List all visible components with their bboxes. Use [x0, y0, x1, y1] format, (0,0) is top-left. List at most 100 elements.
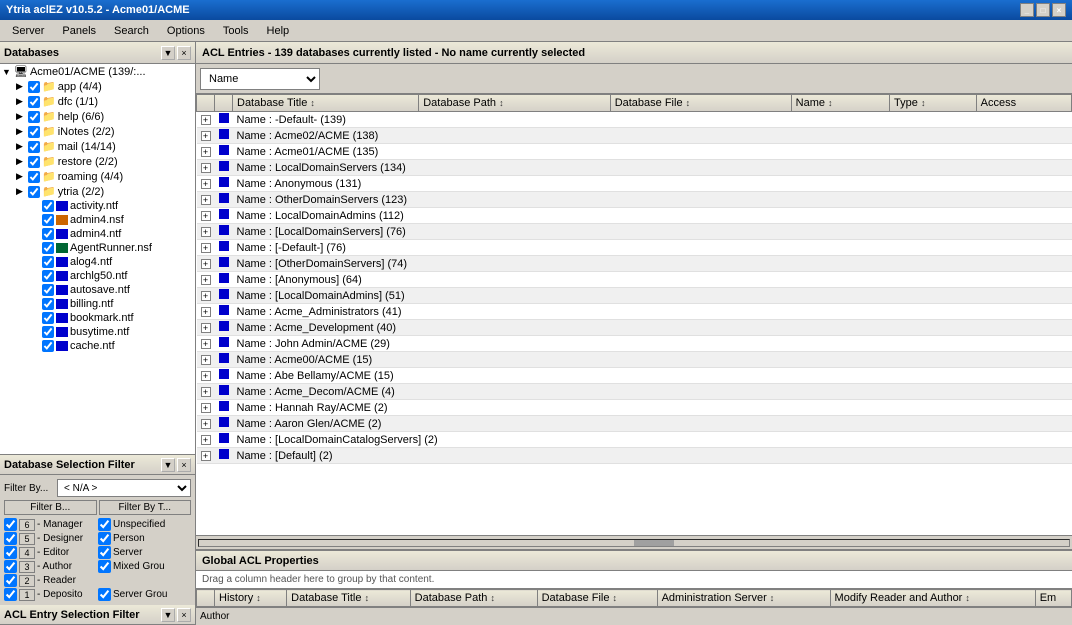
col-db-file[interactable]: Database File ↕ — [610, 95, 791, 112]
table-row[interactable]: + Name : [LocalDomainCatalogServers] (2) — [197, 432, 1072, 448]
table-row[interactable]: + Name : OtherDomainServers (123) — [197, 192, 1072, 208]
db-filter-expand[interactable]: ▼ — [161, 458, 175, 472]
checkbox-level-4[interactable] — [4, 546, 17, 559]
expand-cell[interactable]: + — [197, 240, 215, 256]
plus-icon[interactable]: + — [201, 275, 211, 285]
checkbox-admin4nsf[interactable] — [42, 214, 54, 226]
plus-icon[interactable]: + — [201, 227, 211, 237]
plus-icon[interactable]: + — [201, 163, 211, 173]
tree-root[interactable]: ▼ 🖥 Acme01/ACME (139/:... — [0, 64, 195, 79]
expand-cell[interactable]: + — [197, 336, 215, 352]
tree-node-agentrunner[interactable]: AgentRunner.nsf — [0, 241, 195, 255]
tree-node-bookmark[interactable]: bookmark.ntf — [0, 311, 195, 325]
scroll-thumb[interactable] — [634, 540, 674, 546]
table-row[interactable]: + Name : Hannah Ray/ACME (2) — [197, 400, 1072, 416]
tree-node-roaming[interactable]: ▶ 📁 roaming (4/4) — [0, 169, 195, 184]
table-row[interactable]: + Name : [LocalDomainAdmins] (51) — [197, 288, 1072, 304]
checkbox-level-5[interactable] — [4, 532, 17, 545]
expand-cell[interactable]: + — [197, 272, 215, 288]
checkbox-bookmark[interactable] — [42, 312, 54, 324]
plus-icon[interactable]: + — [201, 435, 211, 445]
table-row[interactable]: + Name : Acme01/ACME (135) — [197, 144, 1072, 160]
expand-cell[interactable]: + — [197, 352, 215, 368]
table-row[interactable]: + Name : LocalDomainServers (134) — [197, 160, 1072, 176]
menu-search[interactable]: Search — [106, 23, 157, 39]
table-row[interactable]: + Name : [Anonymous] (64) — [197, 272, 1072, 288]
plus-icon[interactable]: + — [201, 243, 211, 253]
close-button[interactable]: × — [1052, 3, 1066, 17]
table-row[interactable]: + Name : [LocalDomainServers] (76) — [197, 224, 1072, 240]
expand-cell[interactable]: + — [197, 160, 215, 176]
table-row[interactable]: + Name : LocalDomainAdmins (112) — [197, 208, 1072, 224]
checkbox-level-2[interactable] — [4, 574, 17, 587]
checkbox-restore[interactable] — [28, 156, 40, 168]
table-row[interactable]: + Name : John Admin/ACME (29) — [197, 336, 1072, 352]
expand-cell[interactable]: + — [197, 288, 215, 304]
filter-by-dropdown[interactable]: < N/A > — [57, 479, 191, 497]
checkbox-level-1[interactable] — [4, 588, 17, 601]
table-row[interactable]: + Name : Abe Bellamy/ACME (15) — [197, 368, 1072, 384]
checkbox-activity[interactable] — [42, 200, 54, 212]
plus-icon[interactable]: + — [201, 323, 211, 333]
checkbox-dfc[interactable] — [28, 96, 40, 108]
expand-cell[interactable]: + — [197, 400, 215, 416]
checkbox-alog4[interactable] — [42, 256, 54, 268]
col-db-path[interactable]: Database Path ↕ — [419, 95, 610, 112]
checkbox-mixed-group[interactable] — [98, 560, 111, 573]
table-row[interactable]: + Name : Aaron Glen/ACME (2) — [197, 416, 1072, 432]
plus-icon[interactable]: + — [201, 195, 211, 205]
plus-icon[interactable]: + — [201, 147, 211, 157]
tree-node-help[interactable]: ▶ 📁 help (6/6) — [0, 109, 195, 124]
menu-tools[interactable]: Tools — [215, 23, 257, 39]
table-row[interactable]: + Name : Anonymous (131) — [197, 176, 1072, 192]
plus-icon[interactable]: + — [201, 179, 211, 189]
expand-cell[interactable]: + — [197, 368, 215, 384]
table-row[interactable]: + Name : Acme00/ACME (15) — [197, 352, 1072, 368]
checkbox-admin4ntf[interactable] — [42, 228, 54, 240]
plus-icon[interactable]: + — [201, 291, 211, 301]
expand-cell[interactable]: + — [197, 128, 215, 144]
col-access[interactable]: Access — [976, 95, 1071, 112]
tree-node-busytime[interactable]: busytime.ntf — [0, 325, 195, 339]
expand-cell[interactable]: + — [197, 192, 215, 208]
table-row[interactable]: + Name : Acme02/ACME (138) — [197, 128, 1072, 144]
col-name[interactable]: Name ↕ — [791, 95, 889, 112]
plus-icon[interactable]: + — [201, 211, 211, 221]
checkbox-unspecified[interactable] — [98, 518, 111, 531]
acl-entry-filter-header[interactable]: ACL Entry Selection Filter ▼ × — [0, 605, 195, 625]
menu-panels[interactable]: Panels — [54, 23, 104, 39]
table-row[interactable]: + Name : [-Default-] (76) — [197, 240, 1072, 256]
db-filter-close[interactable]: × — [177, 458, 191, 472]
bottom-col-db-title[interactable]: Database Title ↕ — [287, 590, 410, 607]
tree-node-inotes[interactable]: ▶ 📁 iNotes (2/2) — [0, 124, 195, 139]
tree-node-app[interactable]: ▶ 📁 app (4/4) — [0, 79, 195, 94]
expand-cell[interactable]: + — [197, 432, 215, 448]
col-expand[interactable] — [197, 95, 215, 112]
checkbox-person[interactable] — [98, 532, 111, 545]
bottom-col-admin-server[interactable]: Administration Server ↕ — [657, 590, 830, 607]
horizontal-scroll[interactable] — [196, 535, 1072, 549]
checkbox-roaming[interactable] — [28, 171, 40, 183]
col-type[interactable]: Type ↕ — [890, 95, 977, 112]
bottom-col-modify[interactable]: Modify Reader and Author ↕ — [830, 590, 1035, 607]
menu-help[interactable]: Help — [259, 23, 298, 39]
expand-cell[interactable]: + — [197, 384, 215, 400]
plus-icon[interactable]: + — [201, 115, 211, 125]
expand-cell[interactable]: + — [197, 256, 215, 272]
expand-cell[interactable]: + — [197, 416, 215, 432]
tree-node-dfc[interactable]: ▶ 📁 dfc (1/1) — [0, 94, 195, 109]
tree-node-admin4nsf[interactable]: admin4.nsf — [0, 213, 195, 227]
filter-t-button[interactable]: Filter By T... — [99, 500, 192, 515]
checkbox-server-group[interactable] — [98, 588, 111, 601]
plus-icon[interactable]: + — [201, 131, 211, 141]
tree-node-activity[interactable]: activity.ntf — [0, 199, 195, 213]
checkbox-inotes[interactable] — [28, 126, 40, 138]
acl-filter-expand[interactable]: ▼ — [161, 608, 175, 622]
tree-node-restore[interactable]: ▶ 📁 restore (2/2) — [0, 154, 195, 169]
plus-icon[interactable]: + — [201, 387, 211, 397]
tree-node-ytria[interactable]: ▶ 📁 ytria (2/2) — [0, 184, 195, 199]
checkbox-help[interactable] — [28, 111, 40, 123]
plus-icon[interactable]: + — [201, 451, 211, 461]
tree-node-mail[interactable]: ▶ 📁 mail (14/14) — [0, 139, 195, 154]
checkbox-archlg50[interactable] — [42, 270, 54, 282]
